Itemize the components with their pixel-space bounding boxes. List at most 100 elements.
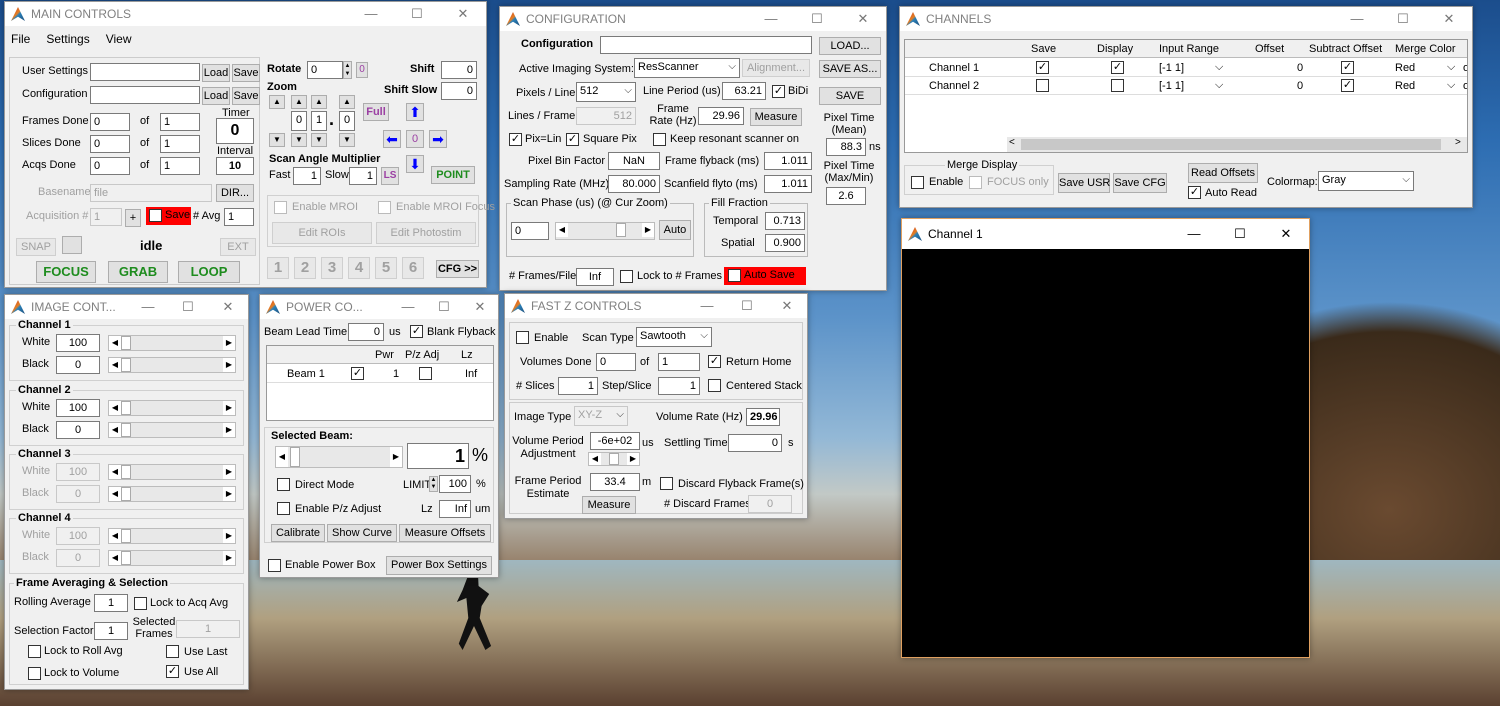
frames-file-field[interactable]: Inf: [576, 268, 614, 286]
centered-stack-checkbox[interactable]: [708, 379, 721, 392]
grab-button[interactable]: GRAB: [108, 261, 168, 283]
ls-button[interactable]: LS: [381, 167, 399, 185]
enable-mroi-focus-checkbox[interactable]: [378, 201, 391, 214]
arrow-left-icon[interactable]: ◀: [109, 529, 121, 543]
black-slider[interactable]: ◀ ▶: [108, 357, 236, 373]
white-field[interactable]: 100: [56, 463, 100, 481]
titlebar[interactable]: CHANNELS — ☐ ✕: [900, 7, 1472, 31]
shift-slow-field[interactable]: 0: [441, 82, 477, 100]
input-range-value[interactable]: [-1 1]: [1159, 80, 1184, 92]
use-all-checkbox[interactable]: ✓: [166, 665, 179, 678]
measure-offsets-button[interactable]: Measure Offsets: [399, 524, 491, 542]
white-slider[interactable]: ◀ ▶: [108, 335, 236, 351]
white-slider[interactable]: ◀ ▶: [108, 464, 236, 480]
enable-power-box-checkbox[interactable]: [268, 559, 281, 572]
lock-roll-avg-checkbox[interactable]: [28, 645, 41, 658]
discard-frames-field[interactable]: 0: [748, 495, 792, 513]
save-checkbox[interactable]: [149, 209, 162, 222]
close-icon[interactable]: ✕: [1263, 219, 1309, 249]
slider-thumb[interactable]: [121, 336, 131, 350]
merge-color-value[interactable]: Red: [1395, 62, 1415, 74]
save-checkbox[interactable]: [1036, 79, 1049, 92]
rotate-reset-button[interactable]: 0: [356, 62, 368, 78]
arrow-right-icon[interactable]: ▶: [223, 336, 235, 350]
menu-settings[interactable]: Settings: [46, 32, 89, 46]
chevron-down-icon[interactable]: ⌵: [1447, 61, 1455, 74]
calibrate-button[interactable]: Calibrate: [271, 524, 325, 542]
black-slider[interactable]: ◀ ▶: [108, 550, 236, 566]
arrow-right-icon[interactable]: ▶: [223, 423, 235, 437]
lz-field[interactable]: Inf: [439, 500, 471, 518]
cfg-button[interactable]: CFG >>: [436, 260, 479, 278]
load-button[interactable]: LOAD...: [819, 37, 881, 55]
avg-field[interactable]: 1: [224, 208, 254, 226]
arrow-right-icon[interactable]: ▶: [390, 447, 402, 467]
zoom-up-arrow[interactable]: ▲: [311, 95, 327, 109]
arrow-right-icon[interactable]: ▶: [223, 465, 235, 479]
chevron-down-icon[interactable]: ⌵: [1447, 79, 1455, 92]
read-offsets-button[interactable]: Read Offsets: [1188, 163, 1258, 183]
slider-thumb[interactable]: [609, 453, 619, 465]
slices-field[interactable]: 1: [558, 377, 598, 395]
close-icon[interactable]: ✕: [840, 7, 886, 31]
colormap-select[interactable]: Gray ⌵: [1318, 171, 1414, 191]
scan-type-select[interactable]: Sawtooth ⌵: [636, 327, 712, 347]
volume-period-field[interactable]: -6e+02: [590, 432, 640, 450]
table-row[interactable]: Channel 1 ✓ ✓ [-1 1] ⌵ 0 ✓ Red ⌵ o: [905, 59, 1467, 77]
black-field[interactable]: 0: [56, 485, 100, 503]
measure-button[interactable]: Measure: [750, 108, 802, 126]
arrow-right-icon[interactable]: ▶: [627, 453, 639, 465]
titlebar[interactable]: FAST Z CONTROLS — ☐ ✕: [505, 294, 807, 318]
arrow-left-icon[interactable]: ◀: [109, 487, 121, 501]
minimize-icon[interactable]: —: [128, 295, 168, 319]
menu-view[interactable]: View: [106, 32, 132, 46]
pixlin-checkbox[interactable]: ✓: [509, 133, 522, 146]
power-slider[interactable]: ◀ ▶: [275, 446, 403, 468]
arrow-left-icon[interactable]: ◀: [276, 447, 288, 467]
scan-phase-slider[interactable]: ◀ ▶: [555, 222, 655, 240]
lock-acq-avg-checkbox[interactable]: [134, 597, 147, 610]
zoom-digit[interactable]: 1: [311, 111, 327, 131]
user-button-5[interactable]: 5: [375, 257, 397, 279]
slider-thumb[interactable]: [121, 358, 131, 372]
rotate-spinner[interactable]: ▲ ▼: [343, 61, 352, 79]
maximize-icon[interactable]: ☐: [394, 2, 440, 26]
edit-rois-button[interactable]: Edit ROIs: [272, 222, 372, 244]
limit-spinner[interactable]: ▲ ▼: [429, 476, 438, 492]
slices-of-field[interactable]: 1: [160, 135, 200, 153]
square-pix-checkbox[interactable]: ✓: [566, 133, 579, 146]
arrow-left-icon[interactable]: ◀: [556, 223, 568, 237]
minimize-icon[interactable]: —: [390, 295, 426, 319]
selection-factor-field[interactable]: 1: [94, 622, 128, 640]
black-slider[interactable]: ◀ ▶: [108, 422, 236, 438]
scrollbar-thumb[interactable]: [1021, 139, 1441, 150]
arrow-right-icon[interactable]: ▶: [223, 551, 235, 565]
zoom-down-arrow[interactable]: ▼: [291, 133, 307, 147]
selected-frames-field[interactable]: 1: [176, 620, 240, 638]
arrow-left-icon[interactable]: ◀: [109, 423, 121, 437]
arrow-right-icon[interactable]: >: [1455, 137, 1461, 148]
maximize-icon[interactable]: ☐: [168, 295, 208, 319]
arrow-right-icon[interactable]: ▶: [223, 487, 235, 501]
ext-button[interactable]: EXT: [220, 238, 256, 256]
white-field[interactable]: 100: [56, 334, 100, 352]
volume-period-slider[interactable]: ◀ ▶: [588, 452, 640, 466]
return-home-checkbox[interactable]: ✓: [708, 355, 721, 368]
zoom-down-arrow[interactable]: ▼: [339, 133, 355, 147]
enable-checkbox[interactable]: [911, 176, 924, 189]
subtract-offset-checkbox[interactable]: ✓: [1341, 61, 1354, 74]
white-field[interactable]: 100: [56, 399, 100, 417]
full-button[interactable]: Full: [363, 103, 389, 121]
snap-button[interactable]: SNAP: [16, 238, 56, 256]
auto-button[interactable]: Auto: [659, 220, 691, 240]
frame-flyback-field[interactable]: 1.011: [764, 152, 812, 170]
black-field[interactable]: 0: [56, 549, 100, 567]
lines-frame-field[interactable]: 512: [576, 107, 636, 125]
point-button[interactable]: POINT: [431, 166, 475, 184]
slider-thumb[interactable]: [121, 401, 131, 415]
zoom-up-arrow[interactable]: ▲: [339, 95, 355, 109]
arrow-left-icon[interactable]: ◀: [589, 453, 601, 465]
edit-photostim-button[interactable]: Edit Photostim: [376, 222, 476, 244]
save-usr-button[interactable]: Save: [232, 64, 260, 82]
scanfield-flyto-field[interactable]: 1.011: [764, 175, 812, 193]
